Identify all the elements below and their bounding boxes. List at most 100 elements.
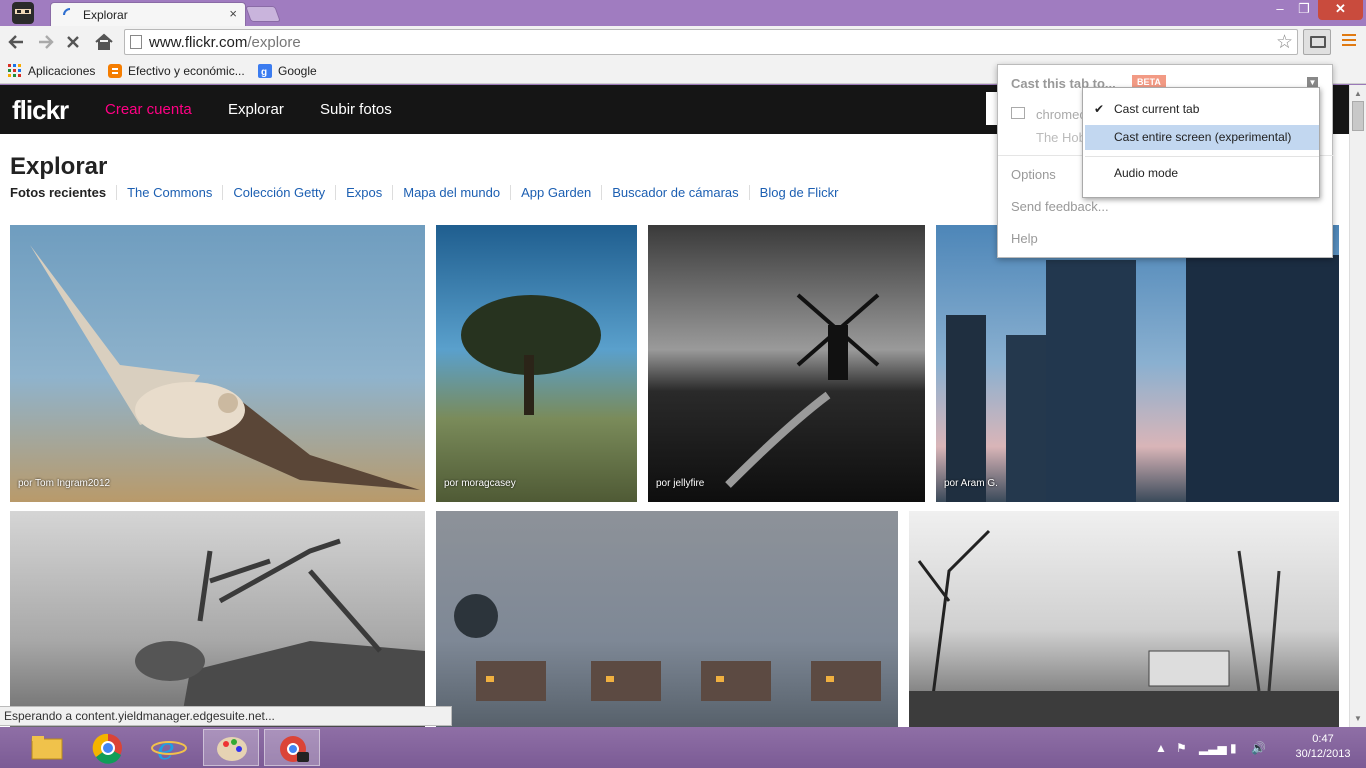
home-button[interactable] xyxy=(93,31,115,53)
clock-date: 30/12/2013 xyxy=(1295,748,1351,760)
url-text: www.flickr.com/explore xyxy=(149,34,301,51)
cast-options-link[interactable]: Options xyxy=(1011,167,1056,182)
taskbar-chrome-incognito[interactable] xyxy=(264,729,320,766)
explore-subnav: Fotos recientes The Commons Colección Gett… xyxy=(10,185,848,203)
cast-extension-button[interactable] xyxy=(1303,29,1331,55)
apps-grid-icon xyxy=(8,64,21,77)
stop-x-icon xyxy=(67,36,79,48)
bookmark-efectivo[interactable]: Efectivo y económic... xyxy=(108,63,245,79)
subnav-commons[interactable]: The Commons xyxy=(116,185,222,200)
tab-close-icon[interactable]: × xyxy=(229,6,237,21)
menu-item-label: Cast current tab xyxy=(1114,102,1200,116)
subnav-getty[interactable]: Colección Getty xyxy=(222,185,335,200)
forward-button[interactable] xyxy=(34,31,56,53)
bookmark-label: Aplicaciones xyxy=(28,64,96,78)
chrome-menu-button[interactable] xyxy=(1342,34,1356,48)
chrome-incognito-icon xyxy=(280,736,309,762)
browser-titlebar: Explorar × ‒ ❐ ✕ xyxy=(0,0,1366,26)
windmill-illustration xyxy=(725,293,880,488)
elk-illustration xyxy=(135,538,425,727)
signup-link[interactable]: Crear cuenta xyxy=(105,101,192,118)
divider xyxy=(1085,156,1319,157)
url-path: /explore xyxy=(247,34,301,51)
back-arrow-icon xyxy=(8,35,23,49)
cast-device-status: The Hob xyxy=(1036,130,1086,145)
system-clock[interactable]: 0:47 30/12/2013 xyxy=(1288,732,1358,762)
photo-houses[interactable] xyxy=(436,511,898,727)
photo-windmill[interactable]: por jellyfire xyxy=(648,225,925,502)
page-icon xyxy=(130,35,142,49)
back-button[interactable] xyxy=(6,31,28,53)
cast-current-tab-item[interactable]: ✔ Cast current tab xyxy=(1085,97,1319,122)
bookmark-label: Google xyxy=(278,64,317,78)
taskbar-chrome[interactable] xyxy=(80,729,136,766)
network-signal-icon[interactable]: ▂▃▅ xyxy=(1199,741,1227,755)
bookmark-star-icon[interactable]: ☆ xyxy=(1276,31,1293,54)
photo-skyscrapers[interactable]: por Aram G. xyxy=(936,225,1339,502)
show-hidden-icons[interactable]: ▲ xyxy=(1155,741,1167,755)
action-center-flag-icon[interactable]: ⚑ xyxy=(1176,741,1187,755)
blogger-icon xyxy=(108,64,122,78)
status-bubble: Esperando a content.yieldmanager.edgesui… xyxy=(0,706,452,726)
upload-link[interactable]: Subir fotos xyxy=(320,101,392,118)
subnav-world-map[interactable]: Mapa del mundo xyxy=(392,185,510,200)
page-scrollbar[interactable]: ▲ ▼ xyxy=(1349,85,1366,727)
photo-farmhouse[interactable] xyxy=(909,511,1339,727)
bookmark-apps[interactable]: Aplicaciones xyxy=(8,63,95,79)
cast-entire-screen-item[interactable]: Cast entire screen (experimental) xyxy=(1085,125,1319,150)
houses-illustration xyxy=(454,594,881,701)
minimize-button[interactable]: ‒ xyxy=(1268,0,1292,20)
photo-caption[interactable]: por Tom Ingram2012 xyxy=(18,478,110,489)
page-title: Explorar xyxy=(10,153,108,180)
photo-hawk[interactable]: por Tom Ingram2012 xyxy=(10,225,425,502)
scroll-down-arrow-icon[interactable]: ▼ xyxy=(1354,714,1362,723)
help-link[interactable]: Help xyxy=(1011,231,1038,246)
volume-icon[interactable]: 🔊 xyxy=(1251,741,1266,755)
paint-palette-icon xyxy=(217,737,247,761)
tab-title: Explorar xyxy=(83,8,128,22)
cast-device-name[interactable]: chromec xyxy=(1036,107,1086,122)
explore-link[interactable]: Explorar xyxy=(228,101,284,118)
browser-toolbar: www.flickr.com/explore ☆ xyxy=(0,26,1366,58)
cast-screen-icon xyxy=(1310,36,1326,48)
photo-caption[interactable]: por jellyfire xyxy=(656,478,704,489)
maximize-button[interactable]: ❐ xyxy=(1292,0,1316,20)
bookmark-google[interactable]: g Google xyxy=(258,63,317,79)
scroll-up-arrow-icon[interactable]: ▲ xyxy=(1354,89,1362,98)
flickr-logo[interactable]: flickr xyxy=(12,95,69,126)
chromecast-device-icon xyxy=(1011,107,1025,119)
stop-button[interactable] xyxy=(62,31,84,53)
photo-elk[interactable] xyxy=(10,511,425,727)
subnav-recent[interactable]: Fotos recientes xyxy=(10,185,116,200)
subnav-expos[interactable]: Expos xyxy=(335,185,392,200)
menu-item-label: Audio mode xyxy=(1114,166,1179,180)
scrollbar-thumb[interactable] xyxy=(1352,101,1364,131)
taskbar-internet-explorer[interactable]: e xyxy=(141,729,197,767)
forward-arrow-icon xyxy=(39,35,54,49)
taskbar-paint[interactable] xyxy=(203,729,259,766)
new-tab-button[interactable] xyxy=(245,6,281,22)
hawk-illustration xyxy=(30,245,420,490)
subnav-camera-finder[interactable]: Buscador de cámaras xyxy=(601,185,748,200)
tab-explorar[interactable]: Explorar × xyxy=(50,2,246,26)
send-feedback-link[interactable]: Send feedback... xyxy=(1011,199,1109,214)
svg-text:g: g xyxy=(261,67,267,78)
photo-caption[interactable]: por moragcasey xyxy=(444,478,516,489)
folder-icon xyxy=(31,736,63,760)
taskbar-file-explorer[interactable] xyxy=(20,729,76,766)
checkmark-icon: ✔ xyxy=(1094,102,1105,116)
battery-icon[interactable]: ▮ xyxy=(1230,741,1237,755)
home-icon xyxy=(95,33,113,50)
internet-explorer-icon: e xyxy=(151,732,187,767)
menu-item-label: Cast entire screen (experimental) xyxy=(1114,130,1292,144)
close-window-button[interactable]: ✕ xyxy=(1318,0,1363,20)
address-bar[interactable]: www.flickr.com/explore ☆ xyxy=(124,29,1298,55)
incognito-avatar-icon xyxy=(12,2,34,24)
subnav-blog[interactable]: Blog de Flickr xyxy=(748,185,849,200)
audio-mode-item[interactable]: Audio mode xyxy=(1085,161,1319,186)
photo-tree[interactable]: por moragcasey xyxy=(436,225,637,502)
subnav-app-garden[interactable]: App Garden xyxy=(510,185,601,200)
photo-caption[interactable]: por Aram G. xyxy=(944,478,998,489)
google-icon: g xyxy=(258,64,272,78)
farmhouse-illustration xyxy=(909,529,1339,727)
